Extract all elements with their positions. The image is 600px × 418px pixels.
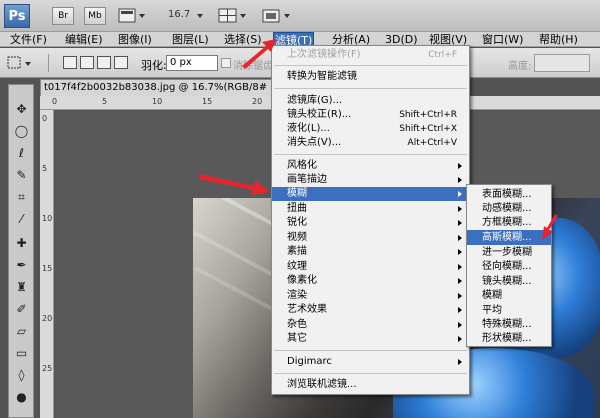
mini-bridge-button[interactable]: Mb xyxy=(84,7,106,25)
document-tab[interactable]: t017f4f2b0032b83038.jpg @ 16.7%(RGB/8# xyxy=(40,79,272,96)
filter-dropdown-menu: 上次滤镜操作(F) Ctrl+F 转换为智能滤镜 滤镜库(G)... 镜头校正(R… xyxy=(271,45,470,395)
antialias-checkbox[interactable] xyxy=(221,58,231,68)
menu-item-radial-blur[interactable]: 径向模糊... xyxy=(467,259,551,274)
menu-item-smart-blur[interactable]: 特殊模糊... xyxy=(467,317,551,332)
zoom-dropdown-icon[interactable] xyxy=(197,14,203,18)
feather-input[interactable]: 0 px xyxy=(166,55,218,71)
ruler-top-label: 20 xyxy=(252,97,263,106)
menu-item-vanishing-point[interactable]: 消失点(V)... Alt+Ctrl+V xyxy=(272,136,469,150)
options-divider xyxy=(48,54,49,72)
arrange-documents-icon[interactable] xyxy=(218,7,248,25)
menu-item-digimarc[interactable]: Digimarc xyxy=(272,355,469,369)
bridge-button[interactable]: Br xyxy=(52,7,74,25)
menu-item-blur[interactable]: 模糊 xyxy=(272,187,469,201)
menu-item-blur-more[interactable]: 进一步模糊 xyxy=(467,245,551,260)
menu-item-sketch[interactable]: 素描 xyxy=(272,245,469,259)
crop-tool-icon[interactable]: ⌗ xyxy=(13,189,30,206)
menu-item-convert-smart-filter[interactable]: 转换为智能滤镜 xyxy=(272,70,469,84)
menu-item-sharpen[interactable]: 锐化 xyxy=(272,216,469,230)
add-selection-icon[interactable] xyxy=(80,56,94,69)
menu-layer[interactable]: 图层(L) xyxy=(171,32,210,47)
menu-item-artistic[interactable]: 艺术效果 xyxy=(272,303,469,317)
application-bar: Ps Br Mb 16.7 xyxy=(0,0,600,32)
marquee-tool-icon[interactable]: ◯ xyxy=(13,123,30,140)
history-brush-icon[interactable]: ✐ xyxy=(13,301,30,318)
ruler-left-label: 0 xyxy=(42,114,48,123)
ruler-left-label: 5 xyxy=(42,164,48,173)
menu-item-lens-correction[interactable]: 镜头校正(R)... Shift+Ctrl+R xyxy=(272,108,469,122)
menu-item-lens-blur[interactable]: 镜头模糊... xyxy=(467,274,551,289)
view-extras-icon[interactable] xyxy=(118,7,146,25)
annotation-arrow-blur-icon xyxy=(199,174,270,195)
screen-mode-icon[interactable] xyxy=(260,7,292,25)
subtract-selection-icon[interactable] xyxy=(97,56,111,69)
menu-item-last-filter: 上次滤镜操作(F) Ctrl+F xyxy=(287,49,457,60)
annotation-arrow-gaussian-icon xyxy=(542,214,558,240)
brush-tool-icon[interactable]: ✒ xyxy=(13,257,30,274)
move-tool-icon[interactable]: ✥ xyxy=(13,101,30,118)
menu-separator xyxy=(274,65,467,66)
menu-window[interactable]: 窗口(W) xyxy=(481,32,524,47)
menu-item-render[interactable]: 渲染 xyxy=(272,289,469,303)
menu-item-shape-blur[interactable]: 形状模糊... xyxy=(467,331,551,346)
blur-tool-icon[interactable]: ◊ xyxy=(13,367,30,384)
blur-submenu: 表面模糊... 动感模糊... 方框模糊... 高斯模糊... 进一步模糊 径向… xyxy=(466,184,552,347)
photoshop-logo: Ps xyxy=(4,4,30,28)
menu-image[interactable]: 图像(I) xyxy=(117,32,153,47)
dodge-tool-icon[interactable]: ● xyxy=(13,389,30,406)
menu-item-noise[interactable]: 杂色 xyxy=(272,318,469,332)
menu-item-pixelate[interactable]: 像素化 xyxy=(272,274,469,288)
healing-brush-icon[interactable]: ✚ xyxy=(13,235,30,252)
toolbox: ✥ ◯ ℓ ✎ ⌗ ⁄ ✚ ✒ ♜ ✐ ▱ ▭ ◊ ● xyxy=(8,84,34,418)
menu-item-stylize[interactable]: 风格化 xyxy=(272,159,469,173)
feather-label: 羽化: xyxy=(141,59,167,72)
ruler-top-label: 15 xyxy=(202,97,213,106)
menu-item-browse-online[interactable]: 浏览联机滤镜... xyxy=(272,378,469,392)
ruler-top-label: 5 xyxy=(102,97,108,106)
menu-item-liquify[interactable]: 液化(L)... Shift+Ctrl+X xyxy=(272,122,469,136)
menu-item-distort[interactable]: 扭曲 xyxy=(272,202,469,216)
annotation-arrow-filter-icon xyxy=(242,39,276,69)
zoom-level[interactable]: 16.7 xyxy=(168,9,190,20)
marquee-preset-icon[interactable] xyxy=(6,54,36,75)
menu-edit[interactable]: 编辑(E) xyxy=(64,32,104,47)
menu-item-average[interactable]: 平均 xyxy=(467,303,551,318)
ruler-left-label: 15 xyxy=(42,264,53,273)
lasso-tool-icon[interactable]: ℓ xyxy=(13,145,30,162)
menu-item-video[interactable]: 视频 xyxy=(272,231,469,245)
height-input[interactable] xyxy=(534,54,590,72)
ruler-top-label: 10 xyxy=(152,97,163,106)
quick-selection-icon[interactable]: ✎ xyxy=(13,167,30,184)
new-selection-icon[interactable] xyxy=(63,56,77,69)
menu-separator xyxy=(274,373,467,374)
menu-item-blur-basic[interactable]: 模糊 xyxy=(467,288,551,303)
gradient-tool-icon[interactable]: ▭ xyxy=(13,345,30,362)
menu-item-other[interactable]: 其它 xyxy=(272,332,469,346)
menu-file[interactable]: 文件(F) xyxy=(9,32,48,47)
ruler-left: 0 5 10 15 20 25 xyxy=(40,110,54,418)
clone-stamp-icon[interactable]: ♜ xyxy=(13,279,30,296)
ruler-top-label: 0 xyxy=(52,97,58,106)
eyedropper-tool-icon[interactable]: ⁄ xyxy=(13,211,30,228)
menu-separator xyxy=(274,154,467,155)
ruler-left-label: 20 xyxy=(42,314,53,323)
menu-item-surface-blur[interactable]: 表面模糊... xyxy=(467,187,551,202)
menu-separator xyxy=(274,350,467,351)
ruler-left-label: 25 xyxy=(42,364,53,373)
ruler-left-label: 10 xyxy=(42,214,53,223)
menu-item-texture[interactable]: 纹理 xyxy=(272,260,469,274)
menu-item-filter-gallery[interactable]: 滤镜库(G)... xyxy=(272,94,469,108)
menu-help[interactable]: 帮助(H) xyxy=(538,32,579,47)
menu-item-brush-strokes[interactable]: 画笔描边 xyxy=(272,173,469,187)
height-label: 高度: xyxy=(508,61,532,72)
eraser-tool-icon[interactable]: ▱ xyxy=(13,323,30,340)
menu-separator xyxy=(274,88,467,89)
intersect-selection-icon[interactable] xyxy=(114,56,128,69)
